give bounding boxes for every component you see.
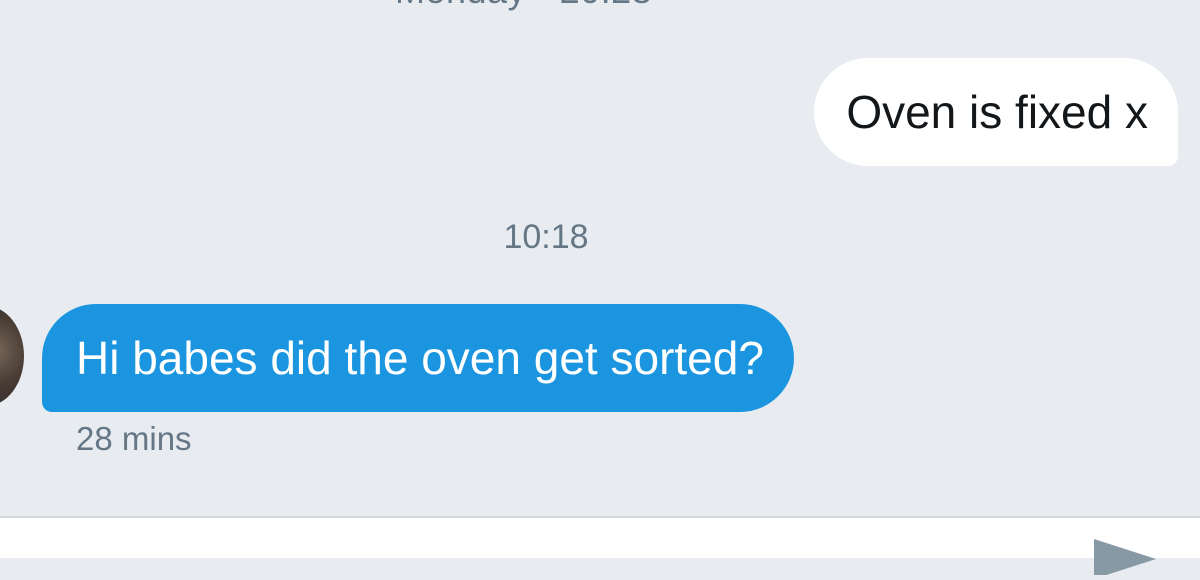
message-relative-time: 28 mins xyxy=(76,420,192,457)
send-button[interactable] xyxy=(1090,535,1160,579)
incoming-message-text: Hi babes did the oven get sorted? xyxy=(76,332,764,384)
incoming-message-bubble[interactable]: Hi babes did the oven get sorted? xyxy=(42,304,794,412)
outgoing-message-text: Oven is fixed x xyxy=(846,86,1148,138)
day-separator-timestamp: Monday · 20:28 xyxy=(395,0,652,12)
outgoing-message-bubble[interactable]: Oven is fixed x xyxy=(814,58,1178,166)
send-arrow-icon xyxy=(1094,539,1156,579)
message-composer[interactable] xyxy=(0,516,1200,558)
sender-avatar[interactable] xyxy=(0,306,24,406)
time-separator-timestamp: 10:18 xyxy=(503,218,589,256)
